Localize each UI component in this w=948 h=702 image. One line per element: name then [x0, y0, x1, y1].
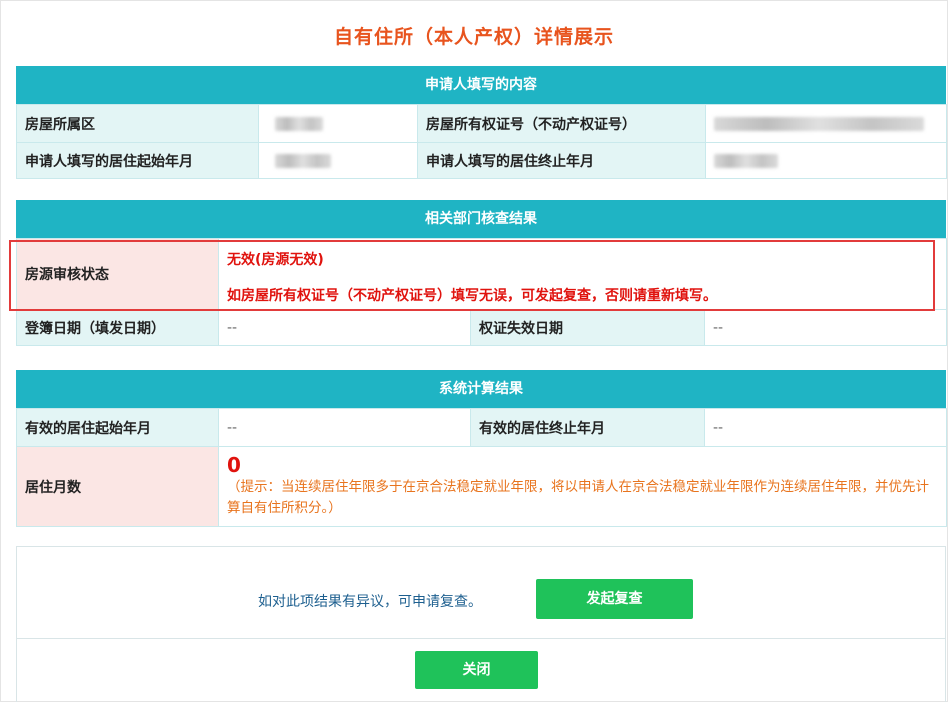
start-month-label: 申请人填写的居住起始年月: [16, 142, 259, 179]
months-hint: （提示：当连续居住年限多于在京合法稳定就业年限，将以申请人在京合法稳定就业年限作…: [227, 479, 929, 516]
register-date-label: 登簿日期（填发日期）: [16, 309, 219, 346]
request-review-button[interactable]: 发起复查: [536, 579, 693, 619]
district-label: 房屋所属区: [16, 104, 259, 143]
close-button[interactable]: 关闭: [415, 651, 538, 689]
review-section: 相关部门核查结果 房源审核状态 无效(房源无效) 如房屋所有权证号（不动产权证号…: [16, 200, 947, 346]
dispute-text: 如对此项结果有异议，可申请复查。: [258, 594, 482, 610]
months-value: 0: [227, 453, 241, 477]
certificate-value: [705, 104, 947, 143]
status-note: 如房屋所有权证号（不动产权证号）填写无误，可发起复查，否则请重新填写。: [227, 288, 717, 304]
review-section-header: 相关部门核查结果: [16, 200, 946, 238]
register-date-value: --: [218, 309, 471, 346]
months-cell: 0 （提示：当连续居住年限多于在京合法稳定就业年限，将以申请人在京合法稳定就业年…: [218, 446, 947, 527]
valid-start-label: 有效的居住起始年月: [16, 408, 219, 447]
applicant-section-header: 申请人填写的内容: [16, 66, 946, 104]
status-value: 无效(房源无效): [227, 252, 324, 268]
review-table: 房源审核状态 无效(房源无效) 如房屋所有权证号（不动产权证号）填写无误，可发起…: [16, 238, 947, 346]
valid-end-label: 有效的居住终止年月: [470, 408, 705, 447]
status-label: 房源审核状态: [16, 238, 219, 310]
page-title: 自有住所（本人产权）详情展示: [333, 26, 614, 48]
applicant-table: 房屋所属区 房屋所有权证号（不动产权证号） 申请人填写的居住起始年月 申请人填写…: [16, 104, 947, 179]
calc-table: 有效的居住起始年月 -- 有效的居住终止年月 -- 居住月数 0 （提示：当连续…: [16, 408, 947, 527]
footer-divider: [17, 638, 945, 639]
district-value: [258, 104, 418, 143]
status-cell: 无效(房源无效) 如房屋所有权证号（不动产权证号）填写无误，可发起复查，否则请重…: [218, 238, 947, 310]
footer-panel: 如对此项结果有异议，可申请复查。 发起复查 关闭: [16, 546, 946, 702]
end-month-label: 申请人填写的居住终止年月: [417, 142, 706, 179]
calc-section-header: 系统计算结果: [16, 370, 946, 408]
valid-end-value: --: [704, 408, 947, 447]
expire-date-value: --: [704, 309, 947, 346]
valid-start-value: --: [218, 408, 471, 447]
months-label: 居住月数: [16, 446, 219, 527]
applicant-section: 申请人填写的内容 房屋所属区 房屋所有权证号（不动产权证号） 申请人填写的居住起…: [16, 66, 947, 179]
end-month-value: [705, 142, 947, 179]
expire-date-label: 权证失效日期: [470, 309, 705, 346]
certificate-label: 房屋所有权证号（不动产权证号）: [417, 104, 706, 143]
start-month-value: [258, 142, 418, 179]
calc-section: 系统计算结果 有效的居住起始年月 -- 有效的居住终止年月 -- 居住月数 0 …: [16, 370, 947, 527]
